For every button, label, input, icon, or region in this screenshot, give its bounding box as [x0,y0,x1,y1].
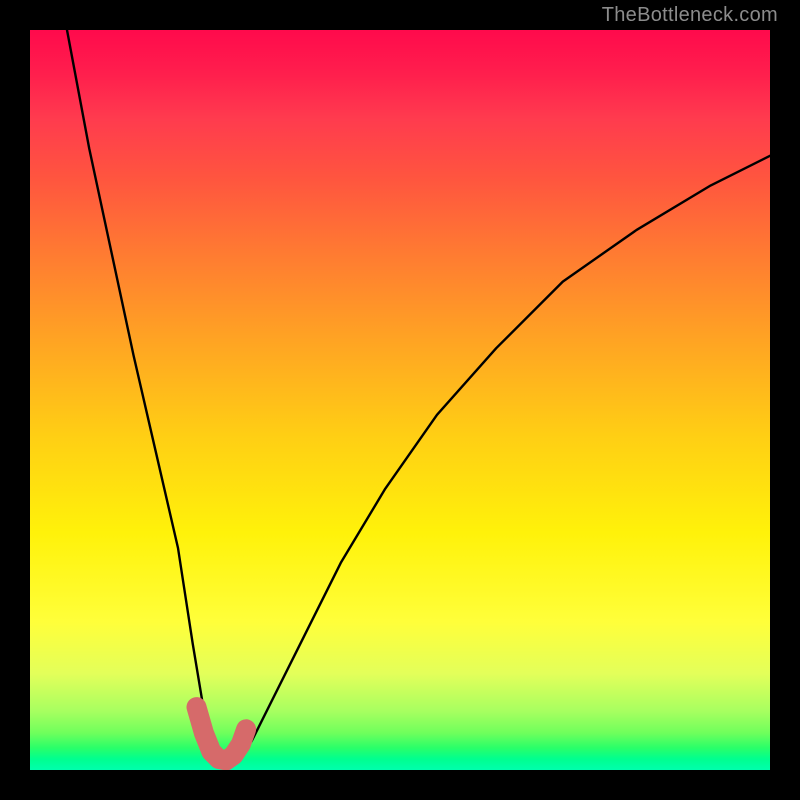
chart-frame: TheBottleneck.com [0,0,800,800]
plot-area [30,30,770,770]
valley-highlight [197,707,247,760]
curve-layer [30,30,770,770]
bottleneck-curve [67,30,770,763]
watermark-text: TheBottleneck.com [602,4,778,27]
